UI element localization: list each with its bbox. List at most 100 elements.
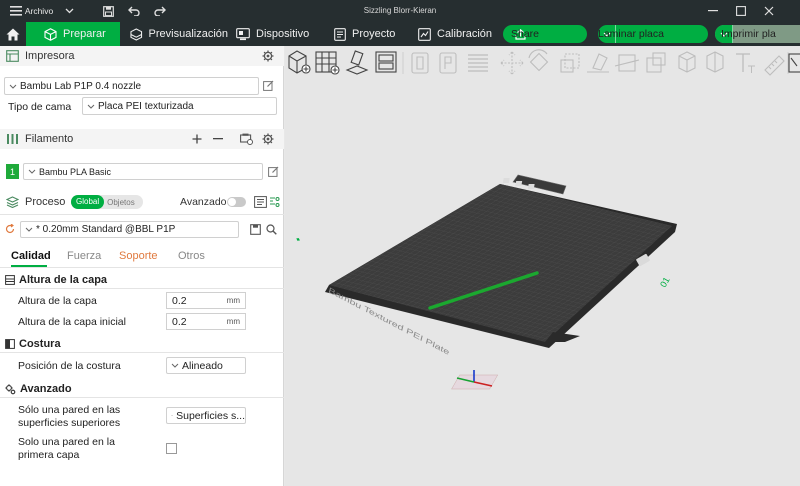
seam-position-select[interactable]: Alineado [166, 357, 246, 374]
chevron-down-icon [9, 84, 17, 89]
mesh-boolean-icon[interactable] [646, 52, 666, 73]
filament-slot-badge[interactable]: 1 [6, 164, 19, 179]
tab-others[interactable]: Otros [178, 250, 205, 262]
divider [0, 267, 284, 268]
print-plate-label: Imprimir pla [721, 28, 776, 40]
home-button[interactable] [0, 22, 26, 46]
support-paint-icon[interactable] [678, 51, 696, 73]
advanced-switch[interactable] [227, 197, 246, 207]
3d-viewport[interactable]: Bambu Textured PEI Plate 01 ♦ [285, 46, 800, 486]
measure-icon[interactable] [764, 55, 785, 76]
redo-icon[interactable] [150, 0, 170, 22]
single-wall-top-value: Superficies s... [176, 409, 245, 422]
single-wall-first-label-line-1: Solo una pared en la [18, 436, 115, 448]
tab-preview[interactable]: Previsualización [124, 22, 228, 46]
single-wall-first-checkbox[interactable] [166, 443, 177, 454]
seam-group-label: Costura [19, 338, 61, 350]
chevron-down-icon [171, 363, 179, 368]
add-object-icon[interactable] [288, 50, 311, 74]
advanced-group-label: Avanzado [20, 383, 72, 395]
move-icon[interactable] [500, 51, 524, 75]
edit-printer-icon[interactable] [263, 80, 274, 91]
maximize-icon[interactable] [730, 0, 752, 22]
seam-paint-icon[interactable] [706, 51, 724, 73]
tab-device-label: Dispositivo [256, 28, 310, 40]
title-bar: Archivo Sizzling Blorr-Kieran [0, 0, 800, 22]
initial-layer-height-label: Altura de la capa inicial [18, 316, 126, 328]
toggle-objects[interactable]: Objetos [104, 198, 135, 207]
tab-calibration[interactable]: Calibración [414, 22, 500, 46]
origin-axes [451, 370, 499, 390]
auto-orient-icon[interactable] [345, 50, 369, 75]
printer-icon [6, 50, 19, 62]
tab-project-label: Proyecto [352, 28, 396, 40]
toggle-global[interactable]: Global [71, 195, 105, 209]
share-button[interactable]: Share [503, 25, 587, 43]
tab-support[interactable]: Soporte [119, 250, 158, 262]
tab-prepare[interactable]: Preparar [26, 22, 120, 46]
layer-height-input[interactable]: 0.2 mm [166, 292, 246, 309]
bed-type-select[interactable]: Placa PEI texturizada [82, 97, 277, 115]
tab-device[interactable]: Dispositivo [232, 22, 324, 46]
chevron-down-icon [28, 169, 36, 174]
close-icon[interactable] [758, 0, 780, 22]
filament-select[interactable]: Bambu PLA Basic [23, 163, 263, 180]
file-menu-chevron-icon[interactable] [62, 0, 76, 22]
slice-plate-label: Laminar placa [598, 28, 664, 40]
printer-select[interactable]: Bambu Lab P1P 0.4 nozzle [4, 77, 259, 95]
scale-icon[interactable] [560, 53, 580, 73]
printer-settings-gear-icon[interactable] [262, 50, 274, 62]
build-plate-scene[interactable]: Bambu Textured PEI Plate 01 ♦ [285, 80, 800, 486]
layers-toggle-icon[interactable] [468, 54, 488, 72]
filament-settings-gear-icon[interactable] [262, 133, 274, 145]
edit-filament-icon[interactable] [268, 166, 279, 177]
single-wall-top-select[interactable]: Superficies s... [166, 407, 246, 424]
rotate-icon[interactable] [528, 49, 549, 72]
process-list-icon[interactable] [254, 196, 267, 208]
lay-on-face-icon[interactable] [587, 53, 609, 73]
print-plate-button[interactable]: Imprimir pla [715, 25, 800, 43]
plate-tab-icon-2[interactable] [515, 181, 523, 186]
split-view-icon[interactable] [788, 53, 800, 73]
remove-filament-icon[interactable] [213, 138, 223, 140]
tab-project[interactable]: Proyecto [330, 22, 410, 46]
minimize-icon[interactable] [702, 0, 724, 22]
object-split-icon[interactable] [411, 52, 429, 74]
file-menu[interactable]: Archivo [24, 0, 54, 22]
3d-toolbar [288, 49, 800, 76]
printer-select-value: Bambu Lab P1P 0.4 nozzle [20, 80, 142, 92]
undo-icon[interactable] [124, 0, 144, 22]
single-wall-first-label-line-2: primera capa [18, 449, 80, 461]
window-title: Sizzling Blorr-Kieran [363, 6, 437, 15]
tab-strength[interactable]: Fuerza [67, 250, 101, 262]
search-icon[interactable] [266, 224, 277, 235]
part-split-icon[interactable] [439, 52, 457, 74]
initial-layer-height-input[interactable]: 0.2 mm [166, 313, 246, 330]
text-tool-icon[interactable] [736, 53, 755, 73]
filament-select-value: Bambu PLA Basic [39, 166, 112, 177]
save-preset-icon[interactable] [250, 224, 261, 235]
chevron-down-icon [25, 227, 33, 232]
advanced-label: Avanzado [180, 196, 227, 208]
reset-preset-icon[interactable] [5, 224, 15, 234]
cut-icon[interactable] [614, 54, 640, 72]
global-objects-toggle[interactable]: Global Objetos [71, 195, 143, 209]
filament-sync-icon[interactable] [240, 133, 253, 145]
plate-tab-icon-1[interactable] [502, 178, 510, 183]
plate-left-marker: ♦ [295, 236, 303, 243]
slice-plate-button[interactable]: Laminar placa [598, 25, 708, 43]
layer-height-value: 0.2 [172, 294, 187, 307]
tab-quality[interactable]: Calidad [11, 250, 51, 262]
process-preset-select[interactable]: * 0.20mm Standard @BBL P1P [20, 221, 239, 238]
chevron-down-icon [87, 104, 95, 109]
add-filament-icon[interactable] [192, 134, 202, 144]
app-menu-icon[interactable] [6, 0, 26, 22]
plate-tab-icon-3[interactable] [527, 184, 535, 189]
layer-height-icon [5, 275, 15, 285]
single-wall-top-label-line-1: Sólo una pared en las [18, 404, 121, 416]
save-icon[interactable] [98, 0, 118, 22]
project-icon [334, 27, 346, 41]
process-compare-icon[interactable] [268, 196, 280, 208]
arrange-icon[interactable] [375, 51, 397, 73]
add-plate-icon[interactable] [315, 51, 340, 75]
